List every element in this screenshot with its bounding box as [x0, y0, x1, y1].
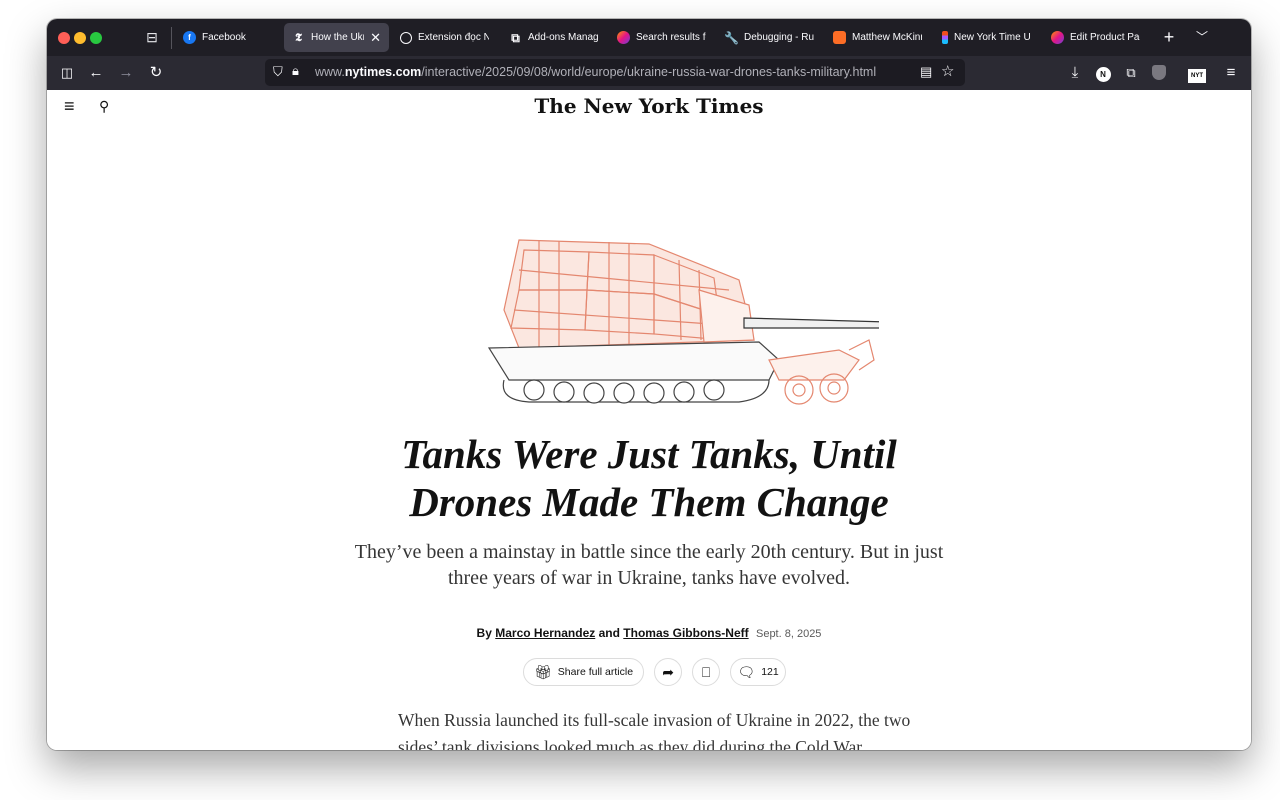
author-link-thomas-gibbons-neff[interactable]: Thomas Gibbons-Neff: [623, 626, 748, 640]
comments-button[interactable]: 🗨︎ 121: [730, 658, 787, 686]
tab-facebook[interactable]: f Facebook: [175, 23, 275, 52]
extensions-puzzle-icon[interactable]: ⧉: [1121, 63, 1141, 83]
lock-icon[interactable]: 🔒︎: [292, 63, 299, 79]
puzzle-icon: ⧉: [511, 30, 520, 45]
browser-window: ⊟ f Facebook 𝕿 How the Ukrai ✕ Extension…: [47, 19, 1251, 750]
gitlab-icon: [833, 31, 846, 44]
wrench-icon: 🔧: [724, 30, 739, 45]
nyt-logo[interactable]: The New York Times: [47, 94, 1251, 118]
tracking-shield-icon[interactable]: ⛉: [273, 64, 283, 80]
share-button[interactable]: ➦: [654, 658, 683, 686]
bookmark-star-icon[interactable]: ☆: [941, 62, 954, 80]
tab-edit-product[interactable]: Edit Product Pag: [1043, 23, 1148, 52]
article-actions: 🎁︎ Share full article ➦ ⎕ 🗨︎ 121: [523, 658, 787, 686]
publish-date: Sept. 8, 2025: [755, 628, 822, 640]
url-bar[interactable]: ⛉ 🔒︎ www.nytimes.com/interactive/2025/09…: [265, 59, 965, 86]
downloads-icon[interactable]: ⤓: [1065, 63, 1085, 83]
url-text[interactable]: www.nytimes.com/interactive/2025/09/08/w…: [315, 65, 876, 79]
page-content: ≡ ⚲ The New York Times Tanks Were Just T…: [47, 90, 1251, 750]
tab-bar: ⊟ f Facebook 𝕿 How the Ukrai ✕ Extension…: [47, 19, 1251, 56]
author-link-marco-hernandez[interactable]: Marco Hernandez: [495, 626, 595, 640]
article-headline: Tanks Were Just Tanks, Until Drones Made…: [401, 431, 897, 525]
extension-nyt-icon[interactable]: NYT: [1187, 63, 1207, 83]
tab-nyt-article[interactable]: 𝕿 How the Ukrai ✕: [284, 23, 389, 52]
nyt-t-icon: 𝕿: [295, 31, 302, 44]
reload-icon[interactable]: ↻: [146, 63, 166, 83]
tab-separator: [171, 27, 172, 49]
byline: By Marco Hernandez and Thomas Gibbons-Ne…: [476, 626, 822, 640]
share-arrow-icon: ➦: [662, 664, 674, 680]
new-tab-plus-icon[interactable]: +: [1159, 27, 1179, 47]
sidebar-icon[interactable]: ◫: [57, 63, 77, 83]
back-arrow-icon[interactable]: ←: [86, 63, 106, 83]
window-close-button[interactable]: [58, 32, 70, 44]
window-minimize-button[interactable]: [74, 32, 86, 44]
openai-icon: [400, 31, 412, 44]
tab-search-results[interactable]: Search results fo: [609, 23, 714, 52]
forward-arrow-icon[interactable]: →: [116, 63, 136, 83]
firefox-icon: [1051, 31, 1064, 44]
bookmark-icon: ⎕: [701, 664, 711, 680]
facebook-icon: f: [183, 31, 196, 44]
tab-debugging[interactable]: 🔧 Debugging - Run: [717, 23, 822, 52]
extension-shield-icon[interactable]: [1149, 63, 1169, 83]
firefox-icon: [617, 31, 630, 44]
firefox-view-icon[interactable]: ⊟: [143, 28, 161, 46]
tab-figma[interactable]: New York Time U: [934, 23, 1039, 52]
navigation-toolbar: ◫ ← → ↻ ⛉ 🔒︎ www.nytimes.com/interactive…: [47, 56, 1251, 90]
tab-gitlab[interactable]: Matthew McKinn: [825, 23, 930, 52]
article-body-paragraph: When Russia launched its full-scale inva…: [398, 710, 911, 750]
app-menu-icon[interactable]: ≡: [1221, 63, 1241, 83]
gift-icon: 🎁︎: [534, 664, 552, 680]
reader-view-icon[interactable]: ▤: [920, 64, 932, 80]
save-bookmark-button[interactable]: ⎕: [692, 658, 721, 686]
list-all-tabs-chevron-down-icon[interactable]: ﹀: [1192, 27, 1212, 47]
extension-dark-n-icon[interactable]: N: [1093, 63, 1113, 83]
tab-extension[interactable]: Extension đọc N: [392, 23, 497, 52]
tank-illustration: [487, 239, 879, 405]
tab-addons[interactable]: ⧉ Add-ons Manage: [501, 23, 606, 52]
window-maximize-button[interactable]: [90, 32, 102, 44]
tab-close-icon[interactable]: ✕: [370, 30, 381, 46]
article-summary: They’ve been a mainstay in battle since …: [354, 541, 944, 589]
comment-bubble-icon: 🗨︎: [737, 664, 756, 680]
figma-icon: [942, 31, 948, 44]
share-full-article-button[interactable]: 🎁︎ Share full article: [523, 658, 645, 686]
